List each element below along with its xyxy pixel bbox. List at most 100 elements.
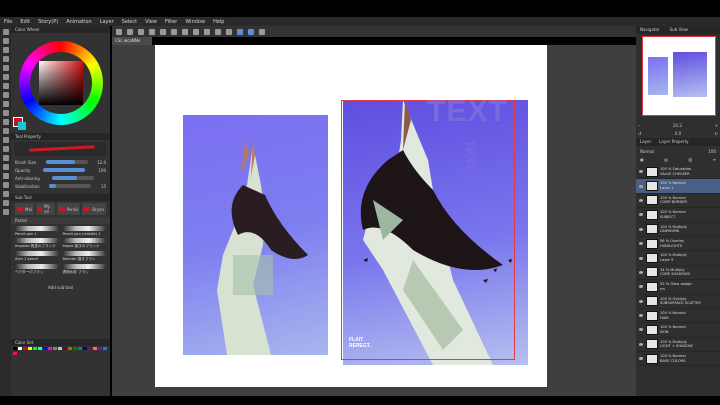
eye-icon[interactable] [639, 299, 643, 303]
fill-tool-icon[interactable] [2, 146, 9, 152]
correct-line-icon[interactable] [2, 209, 9, 215]
color-wheel[interactable] [11, 33, 110, 133]
sub-tool-group[interactable]: Pastel [11, 217, 110, 224]
sub-tool-tab-4[interactable]: Bryon [82, 203, 106, 215]
zoom-out-icon[interactable]: – [638, 123, 640, 128]
menu-story[interactable]: Story(P) [38, 19, 58, 25]
eraser-icon[interactable] [2, 128, 9, 134]
tab-layer[interactable]: Layer [640, 138, 651, 146]
new-file-icon[interactable] [127, 28, 133, 35]
palette-swatch[interactable] [18, 347, 22, 350]
anti-aliasing-selector[interactable] [51, 176, 94, 180]
stabilization-row[interactable]: Stabilization 15 [11, 182, 110, 190]
palette-swatch[interactable] [53, 347, 57, 350]
lock-icon[interactable]: ▣ [640, 157, 644, 162]
fill-icon[interactable] [204, 28, 210, 35]
lasso-icon[interactable] [2, 65, 9, 71]
deselect-icon[interactable] [226, 28, 232, 35]
menu-select[interactable]: Select [122, 19, 137, 25]
artboard[interactable]: TEXT TEXT FLAIT REREGT. [155, 45, 547, 387]
layer-opacity-value[interactable]: 100 [708, 149, 716, 154]
palette-swatch[interactable] [13, 347, 17, 350]
palette-swatch[interactable] [78, 347, 82, 350]
menu-view[interactable]: View [145, 19, 157, 25]
clip-icon[interactable]: ▤ [664, 157, 668, 162]
selection-icon[interactable] [2, 56, 9, 62]
eye-icon[interactable] [639, 227, 643, 231]
layer-row[interactable]: 100 % Normal Layer 1 [636, 179, 720, 194]
eye-icon[interactable] [639, 213, 643, 217]
stabilization-slider[interactable] [49, 184, 92, 188]
layer-row[interactable]: 100 % Multiply LINEWORK [636, 223, 720, 237]
brush-item[interactable]: Alen 1 pencil [15, 251, 59, 262]
move-icon[interactable] [2, 38, 9, 44]
eye-icon[interactable] [639, 170, 643, 174]
eye-icon[interactable] [639, 256, 643, 260]
layer-row[interactable]: 92 % Glow dodge rm [636, 280, 720, 295]
palette-swatch[interactable] [103, 347, 107, 350]
color-set-palette[interactable] [13, 347, 108, 355]
menu-layer[interactable]: Layer [100, 19, 114, 25]
eye-icon[interactable] [639, 270, 643, 274]
opacity-slider[interactable] [43, 168, 86, 172]
palette-swatch[interactable] [73, 347, 77, 350]
brush-size-row[interactable]: Brush Size 12.0 [11, 158, 110, 166]
tab-layer-property[interactable]: Layer Property [659, 138, 688, 146]
decoration-icon[interactable] [2, 119, 9, 125]
grid-snap-icon[interactable] [259, 28, 265, 35]
layer-row[interactable]: 56 % Overlay HIGHLIGHTS [636, 237, 720, 252]
clear-icon[interactable] [193, 28, 199, 35]
special-ruler-icon[interactable] [248, 28, 254, 35]
airbrush-icon[interactable] [2, 110, 9, 116]
ruler-snap-icon[interactable] [237, 28, 243, 35]
save-icon[interactable] [149, 28, 155, 35]
eye-icon[interactable] [639, 357, 643, 361]
brush-item[interactable]: ベクターのブラシ [15, 264, 59, 275]
spinner-icon[interactable] [182, 28, 188, 35]
brush-item[interactable]: Pencil pen (middle) 1 [62, 226, 106, 236]
palette-swatch[interactable] [88, 347, 92, 350]
anti-aliasing-row[interactable]: Anti-aliasing [11, 174, 110, 182]
saturation-value-square[interactable] [39, 61, 83, 105]
menu-filter[interactable]: Filter [165, 19, 177, 25]
menu-window[interactable]: Window [185, 19, 205, 25]
palette-swatch[interactable] [93, 347, 97, 350]
layer-row[interactable]: 100 % Multiply LIGHT + SHADOW [636, 338, 720, 353]
tab-sub-view[interactable]: Sub View [670, 26, 688, 34]
layer-row[interactable]: 100 % Normal SUBJECT [636, 208, 720, 223]
palette-swatch[interactable] [58, 347, 62, 350]
menu-edit[interactable]: Edit [20, 19, 30, 25]
menu-animation[interactable]: Animation [66, 19, 92, 25]
eye-icon[interactable] [639, 328, 643, 332]
layer-row[interactable]: 100 % Normal BASE COLORS [636, 352, 720, 367]
zoom-icon[interactable] [2, 29, 9, 35]
sub-color-swatch[interactable] [18, 122, 26, 130]
eyedropper-icon[interactable] [2, 74, 9, 80]
menu-file[interactable]: File [4, 19, 12, 25]
operation-icon[interactable] [2, 47, 9, 53]
transform-icon[interactable] [215, 28, 221, 35]
palette-swatch[interactable] [68, 347, 72, 350]
eye-icon[interactable] [639, 314, 643, 318]
palette-swatch[interactable] [43, 347, 47, 350]
layer-row[interactable]: 100 % Multiply Layer 9 [636, 251, 720, 266]
document-tab[interactable]: CSL wcaNNe [112, 37, 152, 45]
angle-value[interactable]: 0.0 [675, 131, 681, 136]
eye-icon[interactable] [639, 285, 643, 289]
navigator-preview[interactable] [642, 36, 716, 116]
grid-icon[interactable] [116, 28, 122, 35]
blend-icon[interactable] [2, 137, 9, 143]
layer-row[interactable]: 100 % Saturation VALUE CHECKER [636, 165, 720, 180]
gradient-icon[interactable] [2, 155, 9, 161]
brush-item[interactable]: Pencil pen 1 [15, 226, 59, 236]
pencil-icon[interactable] [2, 92, 9, 98]
sub-tool-tab-3[interactable]: Pencil [56, 203, 81, 215]
zoom-in-icon[interactable]: + [715, 123, 718, 128]
open-file-icon[interactable] [138, 28, 144, 35]
zoom-value[interactable]: 24.3 [673, 123, 682, 128]
brush-item[interactable]: Impas 描きのブラシナ [62, 238, 106, 249]
menu-icon[interactable]: ≡ [713, 157, 716, 162]
ref-icon[interactable]: ▥ [688, 157, 692, 162]
layer-row[interactable]: 100 % Overlay SUBSURFACE SCATTER [636, 295, 720, 309]
ruler-icon[interactable] [2, 182, 9, 188]
